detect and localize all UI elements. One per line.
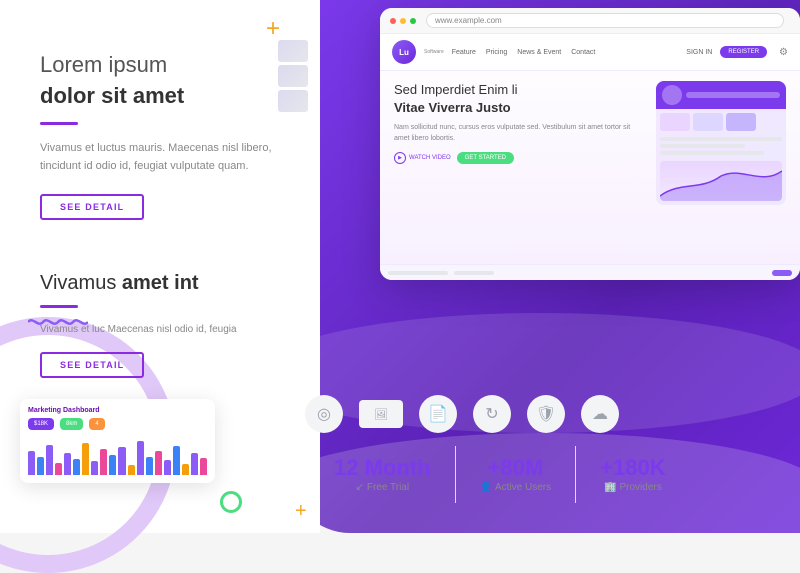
browser-url-bar[interactable]: www.example.com	[426, 13, 784, 28]
left-bottom-body: Vivamus et luc Maecenas nisl odio id, fe…	[40, 322, 237, 338]
dashboard-title: Marketing Dashboard	[28, 407, 207, 414]
stat-box-3: 4	[89, 418, 104, 430]
nav-feature[interactable]: Feature	[452, 49, 476, 56]
chart-bar	[155, 451, 162, 475]
chart-bar	[191, 453, 198, 475]
chart-bar	[146, 457, 153, 475]
dashboard-preview-card: Marketing Dashboard $18K 8km 4	[20, 399, 215, 483]
stat-providers-value: +180K	[600, 456, 665, 480]
stat-box-1: $18K	[28, 418, 54, 430]
chart-bar	[182, 464, 189, 475]
left-panel: + Lorem ipsum dolor sit amet Vivamus et …	[0, 0, 320, 533]
left-heading: Lorem ipsum dolor sit amet	[40, 50, 290, 112]
sign-in-link[interactable]: SIGN IN	[686, 49, 712, 56]
get-started-button[interactable]: GET STARTED	[457, 152, 514, 164]
watch-video-button[interactable]: ▶ WATCH VIDEO	[394, 152, 451, 164]
browser-mockup: www.example.com Lu Software Feature Pric…	[380, 8, 800, 280]
chart-bar	[164, 460, 171, 475]
nav-news[interactable]: News & Event	[517, 49, 561, 56]
stat-users: +80M 👤 Active Users	[456, 446, 577, 503]
browser-dot-minimize	[400, 18, 406, 24]
stat-months-label: ↙ Free Trial	[334, 482, 431, 493]
thumbnail-strip	[278, 40, 308, 112]
feature-icons-row: ◎ 🖼 📄 ↻ 🛡 ☁	[305, 395, 619, 433]
device-screen	[656, 81, 786, 205]
browser-logo: Lu	[392, 40, 416, 64]
browser-content: Lu Software Feature Pricing News & Event…	[380, 34, 800, 264]
browser-dot-maximize	[410, 18, 416, 24]
chart-bar	[46, 445, 53, 475]
users-icon: 👤	[480, 482, 492, 493]
purple-divider	[40, 122, 78, 125]
thumb-1	[278, 40, 308, 62]
hero-text: Sed Imperdiet Enim li Vitae Viverra Just…	[394, 81, 646, 205]
stat-users-label: 👤 Active Users	[480, 482, 552, 493]
left-top-section: + Lorem ipsum dolor sit amet Vivamus et …	[0, 0, 320, 240]
feature-icon-6: ☁	[581, 395, 619, 433]
building-icon: 🏢	[604, 482, 616, 493]
chart-bar	[128, 465, 135, 475]
chart-bar	[55, 463, 62, 475]
browser-chrome-bar: www.example.com	[380, 8, 800, 34]
play-icon: ▶	[394, 152, 406, 164]
chart-bar	[91, 461, 98, 475]
chart-bar	[173, 446, 180, 475]
left-bottom-content: Vivamus amet int Vivamus et luc Maecenas…	[40, 272, 237, 378]
purple-divider-2	[40, 305, 78, 308]
stat-months-value: 12 Month	[334, 456, 431, 480]
stat-users-value: +80M	[480, 456, 552, 480]
feature-icon-2: 🖼	[359, 400, 403, 428]
stat-months: 12 Month ↙ Free Trial	[310, 446, 456, 503]
browser-dot-close	[390, 18, 396, 24]
see-detail-button-2[interactable]: SEE DETAIL	[40, 352, 144, 378]
stat-providers-label: 🏢 Providers	[600, 482, 665, 493]
nav-pricing[interactable]: Pricing	[486, 49, 507, 56]
chart-bar	[100, 449, 107, 475]
left-body-text: Vivamus et luctus mauris. Maecenas nisl …	[40, 139, 290, 176]
settings-icon[interactable]: ⚙	[779, 47, 788, 58]
hero-device-mockup	[656, 81, 786, 205]
chart-bar	[28, 451, 35, 475]
thumb-3	[278, 90, 308, 112]
chart-bar	[137, 441, 144, 475]
nav-links: Feature Pricing News & Event Contact	[452, 49, 679, 56]
feature-icon-5: 🛡	[527, 395, 565, 433]
left-bottom-title: Vivamus amet int	[40, 272, 237, 295]
chart-bar	[37, 457, 44, 475]
dashboard-stats: $18K 8km 4	[28, 418, 207, 430]
hero-section: Sed Imperdiet Enim li Vitae Viverra Just…	[380, 71, 800, 215]
thumb-2	[278, 65, 308, 87]
stat-providers: +180K 🏢 Providers	[576, 446, 689, 503]
chart-bar	[64, 453, 71, 475]
chart-bar	[200, 458, 207, 475]
nav-contact[interactable]: Contact	[571, 49, 595, 56]
feature-icon-1: ◎	[305, 395, 343, 433]
chart-bar	[118, 447, 125, 475]
feature-icon-4: ↻	[473, 395, 511, 433]
hero-buttons: ▶ WATCH VIDEO GET STARTED	[394, 152, 646, 164]
hero-title: Sed Imperdiet Enim li Vitae Viverra Just…	[394, 81, 646, 117]
feature-icon-3: 📄	[419, 395, 457, 433]
stats-row: 12 Month ↙ Free Trial +80M 👤 Active User…	[310, 446, 690, 503]
register-button[interactable]: REGISTER	[720, 46, 767, 58]
chart-bar	[73, 459, 80, 475]
chart-bar	[109, 455, 116, 475]
brand-text: Software	[424, 49, 444, 55]
stat-box-2: 8km	[60, 418, 83, 430]
hero-body: Nam sollicitud nunc, cursus eros vulputa…	[394, 123, 646, 144]
plus-icon-orange: +	[266, 15, 280, 43]
arrow-down-icon: ↙	[355, 482, 363, 493]
browser-nav: Lu Software Feature Pricing News & Event…	[380, 34, 800, 71]
chart-bar	[82, 443, 89, 475]
dashboard-chart	[28, 435, 207, 475]
see-detail-button[interactable]: SEE DETAIL	[40, 194, 144, 220]
